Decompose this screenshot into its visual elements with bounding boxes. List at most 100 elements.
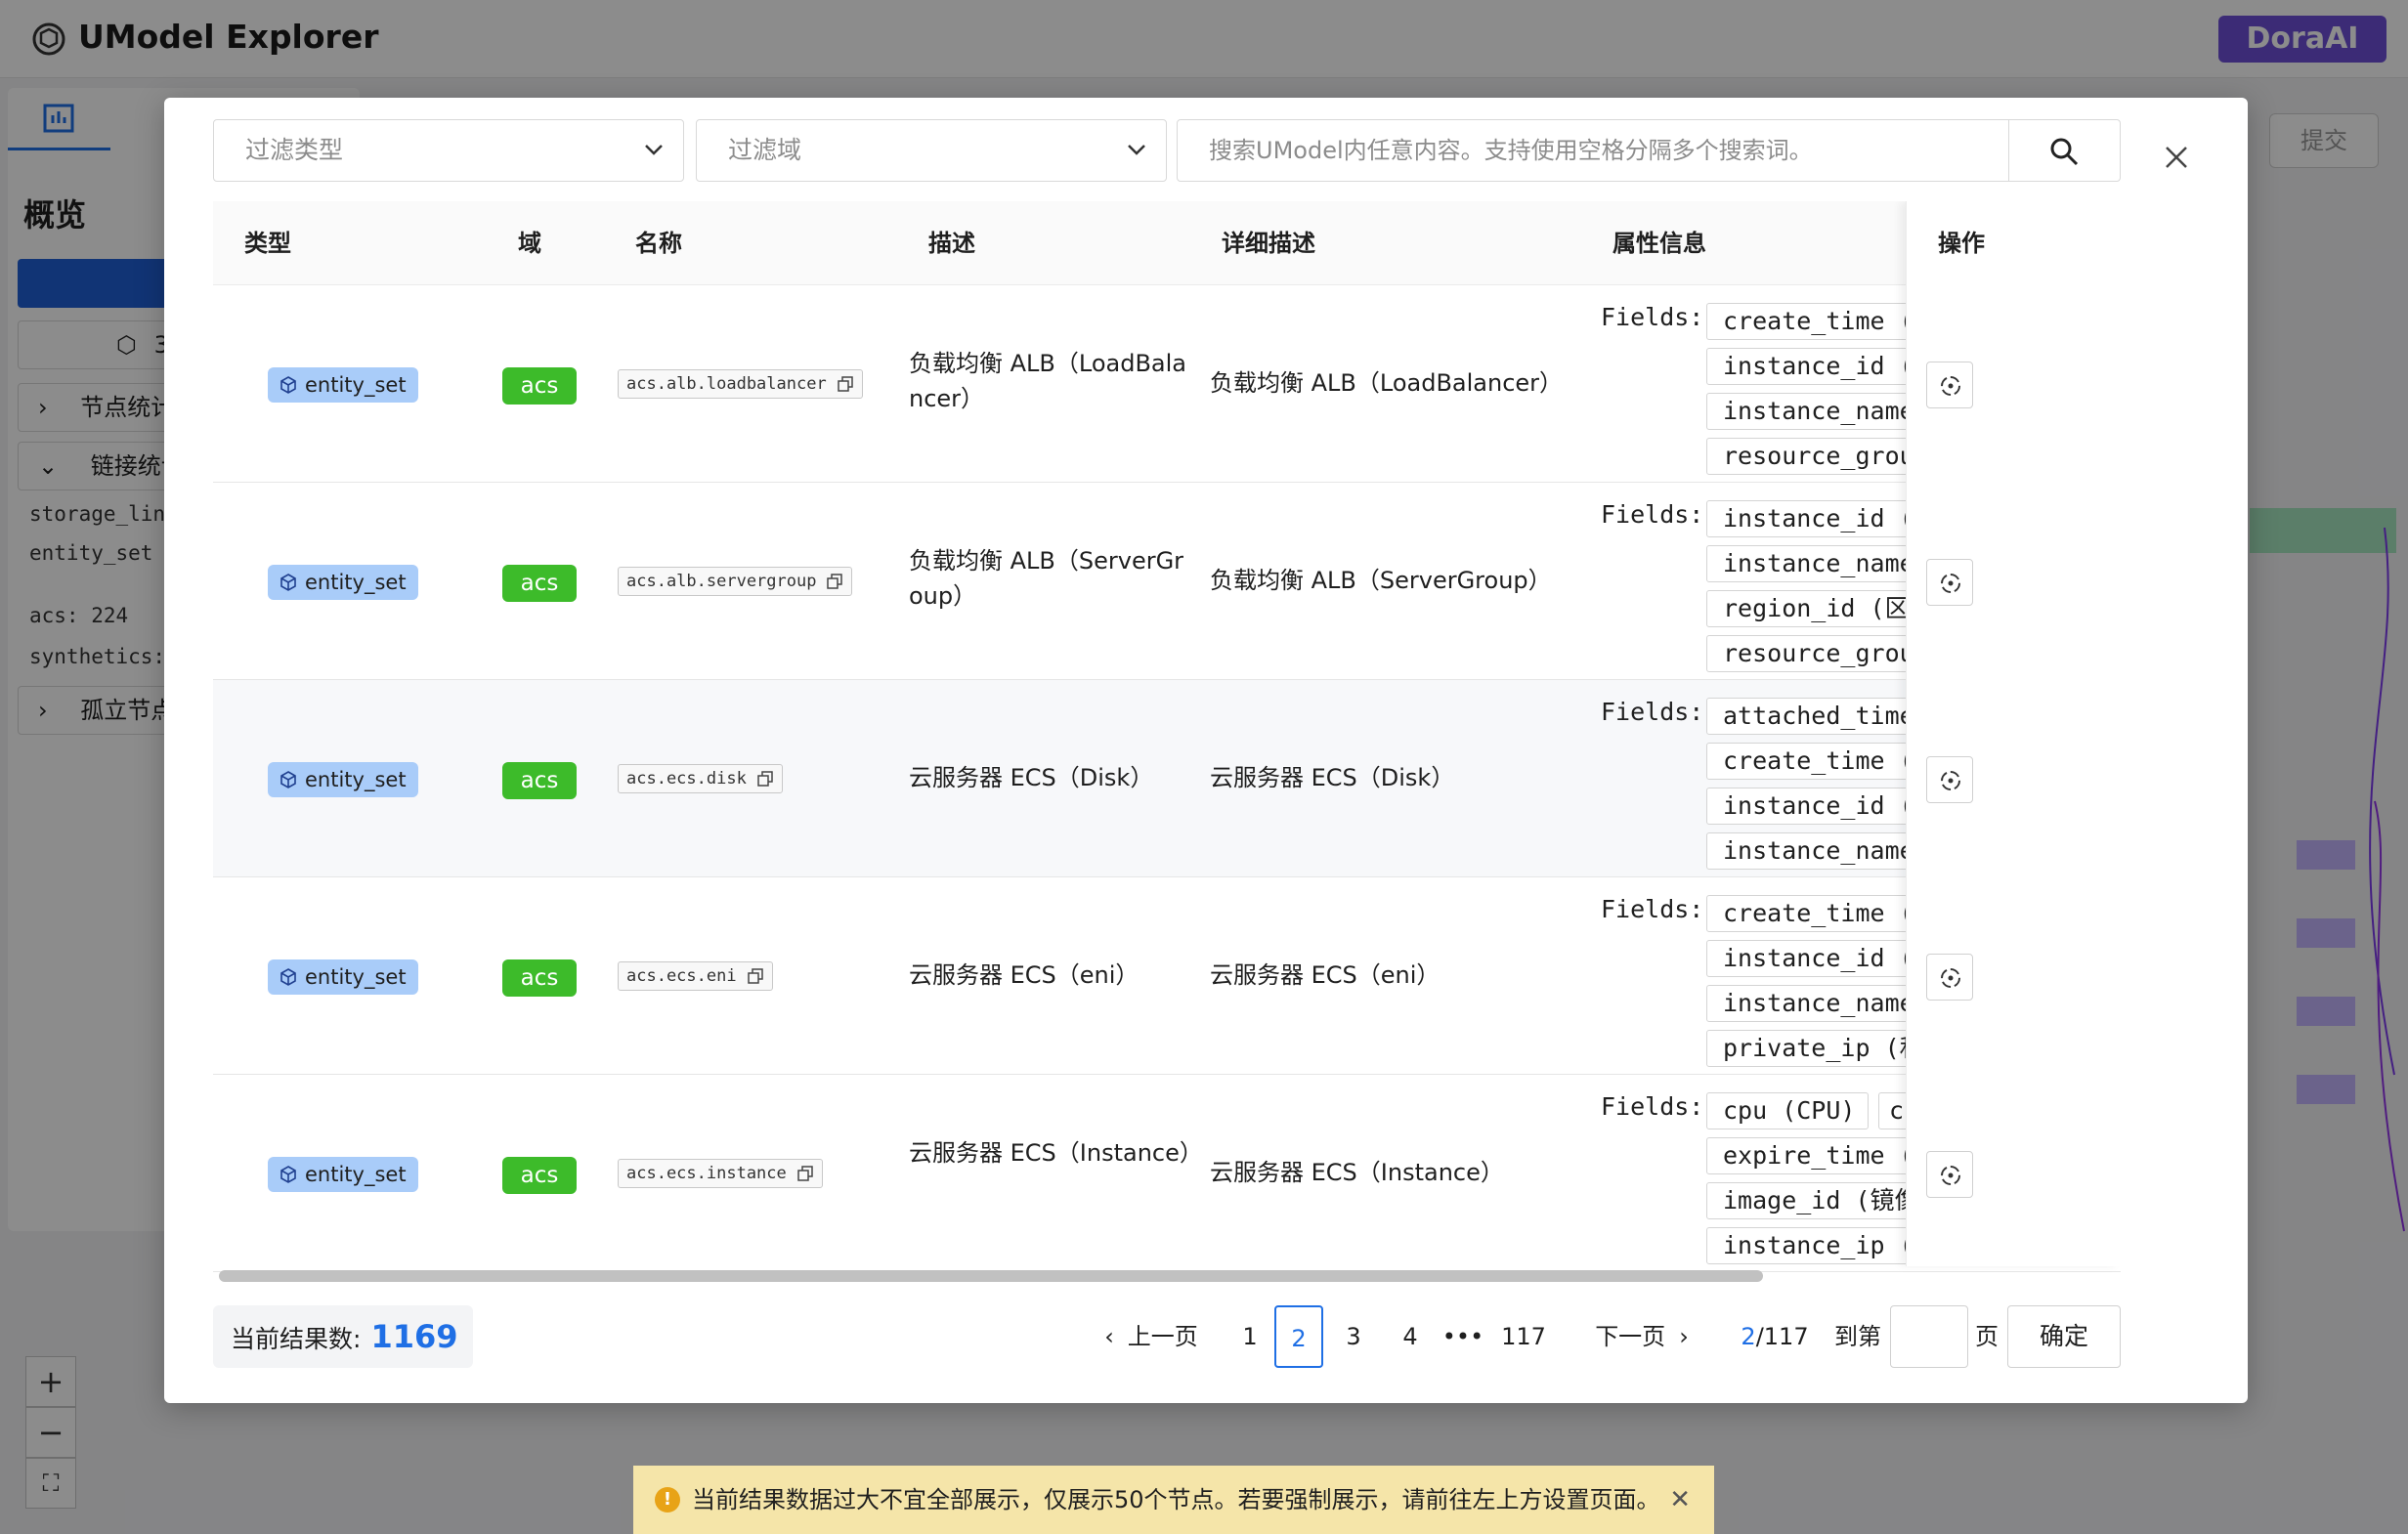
- name-tag[interactable]: acs.ecs.eni: [618, 961, 773, 991]
- field-tag: instance_name: [1706, 985, 1921, 1022]
- description: 负载均衡 ALB（ServerGroup）: [909, 547, 1184, 610]
- chevron-left-icon: ‹: [1104, 1323, 1114, 1350]
- goto-label: 到第: [1834, 1323, 1881, 1350]
- type-label: entity_set: [305, 1163, 407, 1186]
- description: 云服务器 ECS（Disk）: [909, 764, 1154, 791]
- name-label: acs.ecs.instance: [626, 1164, 787, 1183]
- type-tag: entity_set: [268, 762, 418, 797]
- table-row: entity_set acs acs.ecs.instance 云服务器 ECS…: [213, 1075, 2121, 1272]
- type-tag: entity_set: [268, 565, 418, 600]
- next-label: 下一页: [1595, 1323, 1666, 1350]
- field-tag: create_time (: [1706, 303, 1921, 340]
- detail-description: 云服务器 ECS（eni）: [1210, 961, 1440, 989]
- copy-icon[interactable]: [797, 1166, 813, 1181]
- type-label: entity_set: [305, 768, 407, 791]
- result-count: 1169: [370, 1318, 458, 1355]
- field-tag: create_time (: [1706, 743, 1921, 780]
- field-tag: resource_grou: [1706, 438, 1921, 475]
- cube-icon: [280, 574, 296, 591]
- name-label: acs.ecs.eni: [626, 966, 737, 986]
- horizontal-scrollbar[interactable]: [219, 1270, 1763, 1282]
- name-label: acs.alb.loadbalancer: [626, 374, 827, 394]
- name-label: acs.alb.servergroup: [626, 572, 817, 591]
- close-icon[interactable]: [2162, 143, 2191, 172]
- result-count-box: 当前结果数: 1169: [213, 1305, 473, 1368]
- select-placeholder: 过滤域: [728, 136, 802, 164]
- table-row: entity_set acs acs.alb.servergroup 负载均衡 …: [213, 483, 2121, 680]
- field-tag: instance_name: [1706, 832, 1921, 870]
- prev-label: 上一页: [1127, 1323, 1198, 1350]
- locate-button[interactable]: [1926, 559, 1973, 606]
- field-tag: instance_name: [1706, 545, 1921, 582]
- fields-label: Fields:: [1601, 1092, 1704, 1121]
- table-row: entity_set acs acs.alb.loadbalancer 负载均衡…: [213, 285, 2121, 483]
- field-tag: instance_ip (: [1706, 1227, 1921, 1264]
- page-ellipsis[interactable]: •••: [1440, 1305, 1485, 1368]
- cube-icon: [280, 376, 296, 394]
- page-number[interactable]: 4: [1388, 1305, 1433, 1368]
- type-label: entity_set: [305, 571, 407, 594]
- warning-icon: !: [655, 1487, 680, 1513]
- column-header-description: 描述: [928, 230, 975, 257]
- page-number[interactable]: 3: [1331, 1305, 1376, 1368]
- domain-tag: acs: [502, 565, 577, 602]
- copy-icon[interactable]: [837, 376, 853, 392]
- locate-icon: [1941, 574, 1960, 593]
- domain-filter-select[interactable]: 过滤域: [696, 119, 1167, 182]
- column-header-attributes: 属性信息: [1612, 230, 1706, 257]
- results-table: 类型 域 名称 描述 详细描述 属性信息 entity_set acs acs.…: [213, 201, 2121, 1286]
- name-tag[interactable]: acs.alb.servergroup: [618, 567, 853, 596]
- search-box: [1177, 119, 2121, 182]
- chevron-right-icon: ›: [1679, 1323, 1689, 1350]
- page-number[interactable]: 117: [1493, 1305, 1554, 1368]
- name-tag[interactable]: acs.ecs.instance: [618, 1159, 823, 1188]
- field-tag: attached_time: [1706, 698, 1921, 735]
- domain-tag: acs: [502, 367, 577, 405]
- cube-icon: [280, 1166, 296, 1183]
- type-tag: entity_set: [268, 1157, 418, 1192]
- fields-label: Fields:: [1601, 895, 1704, 923]
- type-filter-select[interactable]: 过滤类型: [213, 119, 684, 182]
- search-modal: 过滤类型 过滤域 类型 域 名称 描述 详细描述 属性信息 entity_set…: [164, 98, 2248, 1403]
- current-page-value: 2: [1741, 1323, 1756, 1350]
- detail-description: 云服务器 ECS（Instance）: [1210, 1159, 1504, 1186]
- field-tag: instance_id (: [1706, 940, 1921, 977]
- type-tag: entity_set: [268, 959, 418, 995]
- table-row: entity_set acs acs.ecs.eni 云服务器 ECS（eni）…: [213, 877, 2121, 1075]
- page-number-current[interactable]: 2: [1274, 1305, 1323, 1368]
- next-page-button[interactable]: 下一页 ›: [1573, 1305, 1710, 1368]
- cube-icon: [280, 771, 296, 788]
- column-header-detail: 详细描述: [1222, 230, 1315, 257]
- field-tag: private_ip (私: [1706, 1030, 1921, 1067]
- detail-description: 云服务器 ECS（Disk）: [1210, 764, 1455, 791]
- confirm-button[interactable]: 确定: [2007, 1305, 2121, 1368]
- copy-icon[interactable]: [747, 968, 763, 984]
- domain-tag: acs: [502, 959, 577, 997]
- name-tag[interactable]: acs.alb.loadbalancer: [618, 369, 863, 399]
- warning-text: 当前结果数据过大不宜全部展示，仅展示50个节点。若要强制展示，请前往左上方设置页…: [692, 1486, 1660, 1513]
- type-label: entity_set: [305, 373, 407, 397]
- locate-button[interactable]: [1926, 1151, 1973, 1198]
- prev-page-button[interactable]: ‹ 上一页: [1083, 1305, 1220, 1368]
- page-number[interactable]: 1: [1227, 1305, 1272, 1368]
- copy-icon[interactable]: [827, 574, 843, 589]
- copy-icon[interactable]: [757, 771, 773, 787]
- locate-button[interactable]: [1926, 362, 1973, 408]
- search-input[interactable]: [1178, 120, 2008, 181]
- field-tag: resource_grou: [1706, 635, 1921, 672]
- locate-button[interactable]: [1926, 954, 1973, 1001]
- locate-button[interactable]: [1926, 756, 1973, 803]
- goto-page-input[interactable]: [1890, 1305, 1968, 1368]
- description: 云服务器 ECS（Instance）: [909, 1139, 1203, 1167]
- field-tag: cpu (CPU): [1706, 1092, 1869, 1129]
- fields-label: Fields:: [1601, 698, 1704, 726]
- name-tag[interactable]: acs.ecs.disk: [618, 764, 783, 793]
- chevron-down-icon: [645, 145, 663, 155]
- search-button[interactable]: [2008, 120, 2120, 181]
- field-tag: instance_name: [1706, 393, 1921, 430]
- total-pages: /117: [1755, 1323, 1809, 1350]
- field-tag: instance_id (: [1706, 348, 1921, 385]
- close-icon[interactable]: ✕: [1669, 1466, 1691, 1534]
- type-tag: entity_set: [268, 367, 418, 403]
- cube-icon: [280, 968, 296, 986]
